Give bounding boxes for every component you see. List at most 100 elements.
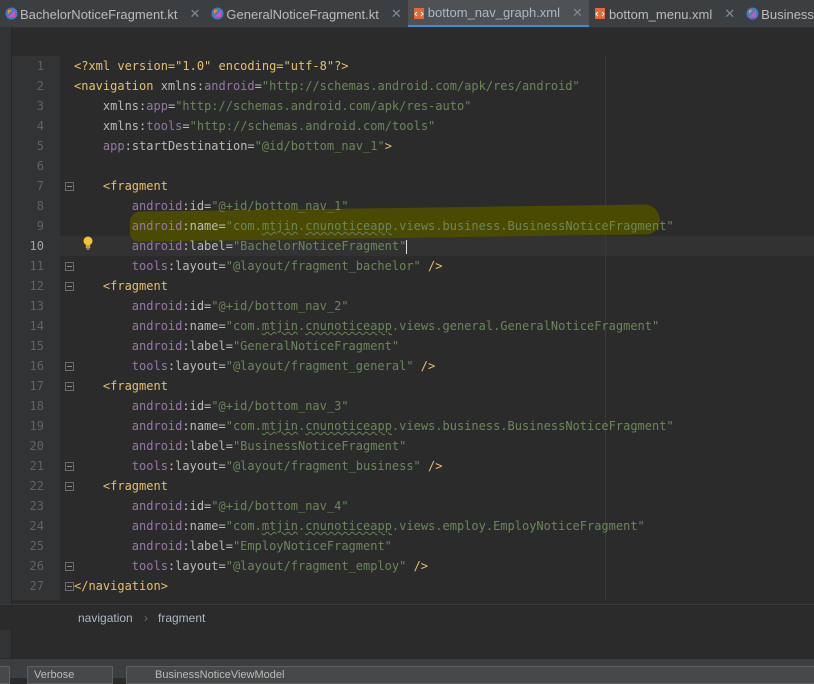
code-token: :id= <box>182 399 212 413</box>
code-line[interactable]: tools:layout="@layout/fragment_business"… <box>74 456 443 476</box>
code-token: </navigation> <box>74 579 168 593</box>
code-line[interactable]: </navigation> <box>74 576 168 596</box>
device-dropdown[interactable] <box>0 666 10 684</box>
code-token: android <box>204 79 255 93</box>
code-token: "com. <box>225 219 262 233</box>
code-token: :id= <box>182 199 212 213</box>
tab-bottom-menu-xml[interactable]: bottom_menu.xml ✕ <box>589 0 741 27</box>
code-line[interactable]: <fragment <box>74 376 168 396</box>
breadcrumb-item-navigation[interactable]: navigation <box>78 611 133 625</box>
code-token: /> <box>420 259 443 273</box>
code-token: "@+id/bottom_nav_1" <box>211 199 349 213</box>
line-number: 1 <box>36 59 44 73</box>
code-line[interactable]: android:id="@+id/bottom_nav_1" <box>74 196 349 216</box>
code-token: "@layout/fragment_general" <box>225 359 414 373</box>
line-number: 10 <box>29 239 44 253</box>
xml-file-icon <box>413 8 424 19</box>
code-token: :layout= <box>167 559 226 573</box>
code-line[interactable]: android:label="BachelorNoticeFragment" <box>74 236 408 256</box>
code-token: = <box>254 79 262 93</box>
code-token: <fragment <box>102 279 168 293</box>
tab-generalnoticefragment-kt[interactable]: GeneralNoticeFragment.kt ✕ <box>206 0 407 27</box>
log-filter-input[interactable]: BusinessNoticeViewModel <box>126 666 814 684</box>
code-line[interactable]: android:name="com.mtjin.cnunoticeapp.vie… <box>74 216 674 236</box>
left-tool-strip <box>0 28 12 658</box>
code-line[interactable]: android:label="EmployNoticeFragment" <box>74 536 392 556</box>
code-line[interactable]: android:name="com.mtjin.cnunoticeapp.vie… <box>74 416 674 436</box>
code-token: :name= <box>182 419 226 433</box>
code-token: :label= <box>182 239 233 253</box>
line-number: 5 <box>36 139 44 153</box>
tab-label: GeneralNoticeFragment.kt <box>226 6 379 22</box>
code-token: "BusinessNoticeFragment" <box>232 439 407 453</box>
code-line[interactable]: <?xml version="1.0" encoding="utf-8"?> <box>74 56 349 76</box>
code-editor[interactable]: <?xml version="1.0" encoding="utf-8"?> <n… <box>60 56 814 600</box>
line-number: 18 <box>29 399 44 413</box>
code-token: tools <box>131 559 168 573</box>
code-token: :label= <box>182 339 233 353</box>
code-token: /> <box>406 559 429 573</box>
code-line[interactable]: android:id="@+id/bottom_nav_3" <box>74 396 349 416</box>
code-line[interactable]: tools:layout="@layout/fragment_general" … <box>74 356 435 376</box>
tab-bachelornoticefragment-kt[interactable]: BachelorNoticeFragment.kt ✕ <box>0 0 206 27</box>
code-line[interactable]: xmlns:tools="http://schemas.android.com/… <box>74 116 435 136</box>
code-line[interactable]: <fragment <box>74 276 168 296</box>
code-token: :name= <box>182 519 226 533</box>
code-token: :layout= <box>167 459 226 473</box>
line-number: 16 <box>29 359 44 373</box>
breadcrumb-item-fragment[interactable]: fragment <box>158 611 205 625</box>
log-level-dropdown[interactable]: Verbose <box>27 666 113 684</box>
kotlin-file-icon <box>211 7 224 20</box>
line-number: 27 <box>29 579 44 593</box>
code-token: "@layout/fragment_business" <box>225 459 421 473</box>
code-token: app <box>102 139 125 153</box>
code-token: android <box>131 299 183 313</box>
line-number: 8 <box>36 199 44 213</box>
code-token: :label= <box>182 539 233 553</box>
code-line[interactable]: android:label="BusinessNoticeFragment" <box>74 436 407 456</box>
code-line[interactable]: app:startDestination="@id/bottom_nav_1"> <box>74 136 392 156</box>
code-token: mtjin <box>261 419 298 433</box>
code-token: "@id/bottom_nav_1" <box>254 139 385 153</box>
close-tab-icon[interactable]: ✕ <box>572 5 583 21</box>
code-token: :id= <box>182 499 212 513</box>
code-token: android <box>131 319 183 333</box>
tab-businessnoti[interactable]: BusinessNoti <box>741 0 814 27</box>
code-token: android <box>131 239 183 253</box>
code-line[interactable]: android:id="@+id/bottom_nav_4" <box>74 496 349 516</box>
tab-label: BachelorNoticeFragment.kt <box>20 6 178 22</box>
code-line[interactable]: android:label="GeneralNoticeFragment" <box>74 336 399 356</box>
close-tab-icon[interactable]: ✕ <box>724 6 735 22</box>
code-token: "GeneralNoticeFragment" <box>232 339 400 353</box>
code-line[interactable]: android:name="com.mtjin.cnunoticeapp.vie… <box>74 316 659 336</box>
line-number: 15 <box>29 339 44 353</box>
code-line[interactable]: <navigation xmlns:android="http://schema… <box>74 76 580 96</box>
code-token: cnunoticeapp <box>305 419 392 433</box>
line-number: 6 <box>36 159 44 173</box>
code-line[interactable]: android:name="com.mtjin.cnunoticeapp.vie… <box>74 516 645 536</box>
close-tab-icon[interactable]: ✕ <box>391 6 402 22</box>
tab-bottom-nav-graph-xml[interactable]: bottom_nav_graph.xml ✕ <box>407 0 589 27</box>
line-number: 24 <box>29 519 44 533</box>
code-token: tools <box>131 459 168 473</box>
code-line[interactable]: tools:layout="@layout/fragment_bachelor"… <box>74 256 443 276</box>
code-token: android <box>131 419 183 433</box>
close-tab-icon[interactable]: ✕ <box>190 6 201 22</box>
code-line[interactable]: android:id="@+id/bottom_nav_2" <box>74 296 349 316</box>
code-line[interactable]: xmlns:app="http://schemas.android.com/ap… <box>74 96 472 116</box>
code-line[interactable]: tools:layout="@layout/fragment_employ" /… <box>74 556 428 576</box>
code-line[interactable]: <fragment <box>74 476 168 496</box>
code-line[interactable]: <fragment <box>74 176 168 196</box>
line-number: 25 <box>29 539 44 553</box>
code-token: :id= <box>182 299 212 313</box>
